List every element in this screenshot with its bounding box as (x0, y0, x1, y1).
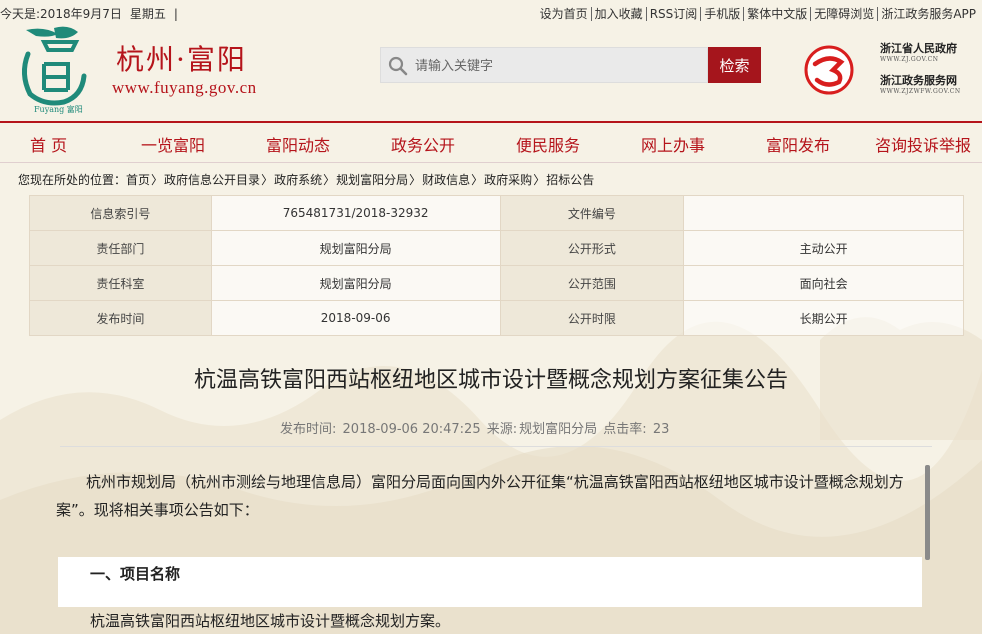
nav-home[interactable]: 首 页 (30, 132, 67, 156)
table-label: 公开时限 (499, 300, 685, 336)
site-title: 杭州·富阳 (116, 43, 247, 76)
publish-time: 2018-09-06 20:47:25 (342, 422, 481, 437)
breadcrumb-separator: 〉 (323, 173, 336, 187)
table-value: 2018-09-06 (210, 300, 501, 336)
table-label: 公开范围 (499, 265, 685, 301)
table-label: 文件编号 (499, 195, 685, 231)
search-button[interactable]: 检索 (708, 47, 761, 83)
zj-service-app-link[interactable]: 浙江政务服务APP (878, 7, 976, 21)
breadcrumb-separator: 〉 (261, 173, 274, 187)
search-input[interactable] (413, 48, 707, 84)
nav-release[interactable]: 富阳发布 (766, 132, 830, 156)
separator: | (173, 7, 178, 21)
breadcrumb-item[interactable]: 政府信息公开目录 (164, 173, 260, 187)
source-label: 来源: (486, 422, 518, 437)
search-box (380, 47, 708, 84)
section-body: 杭温高铁富阳西站枢纽地区城市设计暨概念规划方案。 (90, 612, 451, 630)
section-heading: 一、项目名称 (90, 565, 181, 583)
article-intro: 杭州市规划局（杭州市测绘与地理信息局）富阳分局面向国内外公开征集“杭温高铁富阳西… (56, 473, 904, 519)
hits-value: 23 (652, 422, 670, 437)
table-label: 信息索引号 (29, 195, 212, 231)
zjzwfw-url: WWW.ZJZWFW.GOV.CN (880, 88, 961, 95)
zjzwfw-link[interactable]: 浙江政务服务网 (880, 74, 961, 87)
table-label: 责任科室 (29, 265, 212, 301)
set-homepage-link[interactable]: 设为首页 (536, 7, 592, 21)
accessibility-link[interactable]: 无障碍浏览 (811, 7, 879, 21)
breadcrumb-separator: 〉 (471, 173, 484, 187)
nav-gov-affairs[interactable]: 政务公开 (391, 132, 455, 156)
table-value (683, 195, 964, 231)
breadcrumb-item[interactable]: 规划富阳分局 (336, 173, 408, 187)
breadcrumb-separator: 〉 (533, 173, 546, 187)
table-value: 面向社会 (683, 265, 964, 301)
breadcrumb-item[interactable]: 首页 (126, 173, 150, 187)
table-label: 发布时间 (29, 300, 212, 336)
nav-overview[interactable]: 一览富阳 (141, 132, 205, 156)
article-title: 杭温高铁富阳西站枢纽地区城市设计暨概念规划方案征集公告 (193, 368, 788, 393)
divider (60, 446, 932, 447)
table-value: 主动公开 (683, 230, 964, 266)
breadcrumb-separator: 〉 (409, 173, 422, 187)
top-links: 设为首页 加入收藏 RSS订阅 手机版 繁体中文版 无障碍浏览 浙江政务服务APP (536, 5, 976, 22)
table-value: 长期公开 (683, 300, 964, 336)
date-info: 今天是:2018年9月7日 星期五 | (0, 5, 186, 22)
traditional-chinese-link[interactable]: 繁体中文版 (744, 7, 812, 21)
info-table: 信息索引号 765481731/2018-32932 文件编号 责任部门 规划富… (29, 195, 964, 336)
publish-time-label: 发布时间: (280, 422, 337, 437)
logo-caption: Fuyang 富阳 (34, 104, 83, 114)
breadcrumb-prefix: 您现在所处的位置： (18, 173, 127, 187)
rss-link[interactable]: RSS订阅 (646, 7, 702, 21)
search-icon (388, 56, 408, 76)
table-row: 责任部门 规划富阳分局 公开形式 主动公开 (29, 230, 964, 266)
table-row: 信息索引号 765481731/2018-32932 文件编号 (29, 195, 964, 231)
site-url[interactable]: www.fuyang.gov.cn (112, 78, 257, 98)
breadcrumb-separator: 〉 (151, 173, 164, 187)
top-bar: 今天是:2018年9月7日 星期五 | 设为首页 加入收藏 RSS订阅 手机版 繁体中文版无… (0, 0, 982, 24)
breadcrumb-item-current[interactable]: 招标公告 (546, 173, 594, 187)
breadcrumb-item[interactable]: 财政信息 (422, 173, 470, 187)
zj-gov-link[interactable]: 浙江省人民政府 (880, 42, 961, 55)
fuyang-logo[interactable]: Fuyang 富阳 (14, 24, 94, 116)
gov-links: 浙江省人民政府 WWW.ZJ.GOV.CN 浙江政务服务网 WWW.ZJZWFW… (880, 42, 961, 106)
breadcrumb-item[interactable]: 政府采购 (484, 173, 532, 187)
weekday-text: 星期五 (129, 7, 166, 21)
mobile-version-link[interactable]: 手机版 (701, 7, 745, 21)
header: Fuyang 富阳 杭州·富阳 www.fuyang.gov.cn 检索 浙江省… (0, 24, 982, 120)
table-row: 责任科室 规划富阳分局 公开范围 面向社会 (29, 265, 964, 301)
table-value: 765481731/2018-32932 (210, 195, 501, 231)
source-value: 规划富阳分局 (519, 422, 598, 437)
zj-gov-url: WWW.ZJ.GOV.CN (880, 56, 939, 63)
section-heading-box (58, 557, 922, 607)
table-row: 发布时间 2018-09-06 公开时限 长期公开 (29, 300, 964, 336)
article-meta: 发布时间: 2018-09-06 20:47:25 来源: 规划富阳分局 点击率:… (280, 418, 671, 437)
table-label: 公开形式 (499, 230, 685, 266)
zhejiang-gov-emblem[interactable] (803, 44, 855, 96)
main-nav: 首 页 一览富阳 富阳动态 政务公开 便民服务 网上办事 富阳发布 咨询投诉举报 (0, 121, 982, 163)
table-value: 规划富阳分局 (210, 265, 501, 301)
nav-news[interactable]: 富阳动态 (266, 132, 330, 156)
scrollbar-thumb[interactable] (925, 465, 930, 560)
table-value: 规划富阳分局 (210, 230, 501, 266)
nav-complaints[interactable]: 咨询投诉举报 (875, 132, 971, 156)
date-text: 今天是:2018年9月7日 (0, 7, 122, 21)
hits-label: 点击率: (603, 422, 647, 437)
add-favorite-link[interactable]: 加入收藏 (591, 7, 647, 21)
breadcrumb: 您现在所处的位置：首页〉政府信息公开目录〉政府系统〉规划富阳分局〉财政信息〉政府… (18, 171, 594, 188)
nav-services[interactable]: 便民服务 (516, 132, 580, 156)
breadcrumb-item[interactable]: 政府系统 (274, 173, 322, 187)
nav-online-affairs[interactable]: 网上办事 (641, 132, 705, 156)
table-label: 责任部门 (29, 230, 212, 266)
